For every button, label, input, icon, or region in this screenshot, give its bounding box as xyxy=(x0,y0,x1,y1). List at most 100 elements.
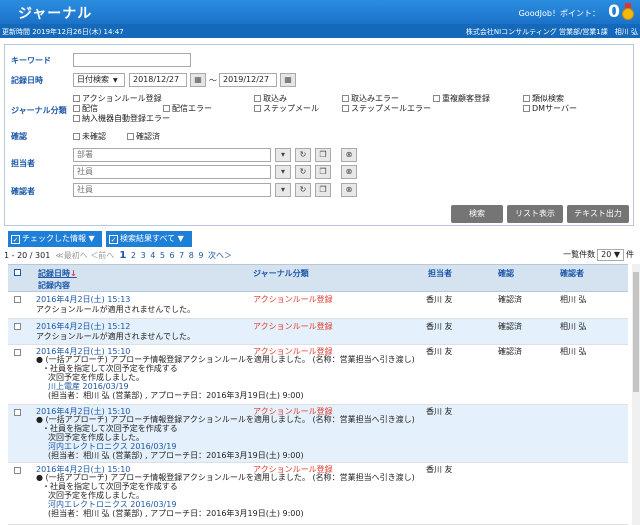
row-assignee: 香川 友 xyxy=(426,465,453,474)
first-page-link[interactable]: ≪最初へ xyxy=(55,251,87,260)
table-row: 2016年4月2日(土) 15:10 アクションルール登録 香川 友 ● (一括… xyxy=(8,463,628,525)
reset-icon[interactable]: ↻ xyxy=(295,148,311,162)
page-link[interactable]: 9 xyxy=(198,251,203,260)
search-button[interactable]: 検索 xyxy=(451,205,503,223)
search-panel: キーワード 記録日時 日付検索 ▼ 2018/12/27 ▦ ～ 2019/12/… xyxy=(4,44,634,226)
prev-page-link[interactable]: ＜前へ xyxy=(90,251,114,260)
table-row: 2016年4月2日(土) 15:10 アクションルール登録 香川 友 確認済 相… xyxy=(8,345,628,405)
category-checkbox[interactable]: ステップメール xyxy=(254,103,319,114)
user-org: 株式会社NIコンサルティング 営業部/営業1課 相川 弘 xyxy=(465,28,638,36)
confirm-header[interactable]: 確認 xyxy=(498,268,514,279)
date-from-input[interactable]: 2018/12/27 xyxy=(129,73,187,87)
row-category: アクションルール登録 xyxy=(253,295,333,304)
info-bar: 更新時間 2019年12月26日(木) 14:47 株式会社NIコンサルティング… xyxy=(0,24,640,38)
date-mode-select[interactable]: 日付検索 ▼ xyxy=(73,73,125,87)
row-confirm: 確認済 xyxy=(498,347,522,356)
category-checkbox[interactable]: 配信エラー xyxy=(163,103,212,114)
checked-info-menu[interactable]: ✓ チェックした情報 ▼ xyxy=(8,231,102,247)
page-link[interactable]: 8 xyxy=(189,251,194,260)
text-export-button[interactable]: テキスト出力 xyxy=(567,205,629,223)
row-checkbox[interactable] xyxy=(14,466,23,475)
calendar-icon[interactable]: ▦ xyxy=(280,73,296,87)
confirmer-header[interactable]: 確認者 xyxy=(560,268,584,279)
row-confirmer: 相川 弘 xyxy=(560,347,587,356)
unconfirmed-checkbox[interactable]: 未確認 xyxy=(73,131,106,142)
sort-date-header[interactable]: 記録日時↓ xyxy=(38,268,77,279)
per-page-label: 一覧件数 xyxy=(563,250,596,259)
date-to-input[interactable]: 2019/12/27 xyxy=(219,73,277,87)
per-page-select[interactable]: 20 ▼ xyxy=(597,249,624,261)
confirm-label: 確認 xyxy=(11,132,27,141)
row-checkbox[interactable] xyxy=(14,348,23,357)
update-time: 更新時間 2019年12月26日(木) 14:47 xyxy=(2,28,124,36)
all-results-menu[interactable]: ✓ 検索結果すべて ▼ xyxy=(106,231,192,247)
result-range: 1 - 20 / 301 xyxy=(4,251,51,260)
table-row: 2016年4月2日(土) 15:10 アクションルール登録 香川 友 ● (一括… xyxy=(8,405,628,463)
row-date-link[interactable]: 2016年4月2日(土) 15:12 xyxy=(36,321,130,332)
assignee-header[interactable]: 担当者 xyxy=(428,268,452,279)
dept-input[interactable]: 部署 xyxy=(73,148,271,162)
category-checkbox[interactable]: ステップメールエラー xyxy=(342,103,431,114)
page-link[interactable]: 7 xyxy=(179,251,184,260)
calendar-icon[interactable]: ▦ xyxy=(190,73,206,87)
page-link[interactable]: 2 xyxy=(131,251,136,260)
category-checkbox[interactable]: DMサーバー xyxy=(523,103,577,114)
category-header[interactable]: ジャーナル分類 xyxy=(253,268,309,279)
clear-icon[interactable]: ⊗ xyxy=(341,165,357,179)
clear-icon[interactable]: ⊗ xyxy=(341,148,357,162)
copy-icon[interactable]: ❐ xyxy=(315,148,331,162)
employee-input[interactable]: 社員 xyxy=(73,165,271,179)
check-icon: ✓ xyxy=(11,235,20,244)
copy-icon[interactable]: ❐ xyxy=(315,165,331,179)
date-tilde: ～ xyxy=(209,76,217,85)
check-icon: ✓ xyxy=(109,235,118,244)
page-link[interactable]: 3 xyxy=(141,251,146,260)
row-confirm: 確認済 xyxy=(498,295,522,304)
scrollbar-thumb[interactable] xyxy=(633,272,639,392)
confirmer-input[interactable]: 社員 xyxy=(73,183,271,197)
page-link[interactable]: 4 xyxy=(150,251,155,260)
app-header: ジャーナル GoodJob！ポイント： 0 xyxy=(0,0,640,24)
pager: 1 - 20 / 301 ≪最初へ ＜前へ 1 2 3 4 5 6 7 8 9 … xyxy=(4,250,234,261)
date-label: 記録日時 xyxy=(11,76,43,85)
next-page-link[interactable]: 次へ＞ xyxy=(208,251,232,260)
row-content: アクションルールが適用されませんでした。 xyxy=(36,332,195,341)
confirmed-checkbox[interactable]: 確認済 xyxy=(127,131,160,142)
sort-down-icon: ↓ xyxy=(70,269,77,278)
row-date-link[interactable]: 2016年4月2日(土) 15:13 xyxy=(36,294,130,305)
chevron-down-icon[interactable]: ▾ xyxy=(275,165,291,179)
chevron-down-icon[interactable]: ▾ xyxy=(275,183,291,197)
medal-icon[interactable] xyxy=(622,3,634,20)
assignee-label: 担当者 xyxy=(11,159,35,168)
copy-icon[interactable]: ❐ xyxy=(315,183,331,197)
confirmer-label: 確認者 xyxy=(11,187,35,196)
per-page-unit: 件 xyxy=(626,250,634,259)
row-category: アクションルール登録 xyxy=(253,322,333,331)
goodjob-points[interactable]: 0 xyxy=(608,2,620,22)
row-assignee: 香川 友 xyxy=(426,407,453,416)
row-assignee: 香川 友 xyxy=(426,295,453,304)
keyword-input[interactable] xyxy=(73,53,191,67)
row-checkbox[interactable] xyxy=(14,295,23,304)
row-assignee: 香川 友 xyxy=(426,322,453,331)
row-assignee: 香川 友 xyxy=(426,347,453,356)
list-view-button[interactable]: リスト表示 xyxy=(507,205,563,223)
select-all-checkbox[interactable] xyxy=(14,268,23,277)
table-row: 2016年4月2日(土) 15:13 アクションルール登録 香川 友 確認済 相… xyxy=(8,292,628,319)
reset-icon[interactable]: ↻ xyxy=(295,183,311,197)
category-checkbox[interactable]: 重複顧客登録 xyxy=(433,93,490,104)
clear-icon[interactable]: ⊗ xyxy=(341,183,357,197)
row-checkbox[interactable] xyxy=(14,408,23,417)
scrollbar[interactable] xyxy=(632,264,640,525)
row-content: (担当者：相川 弘 (営業部) , アプローチ日：2016年3月19日(土) 9… xyxy=(48,391,304,400)
category-checkbox[interactable]: 納入機器自動登録エラー xyxy=(73,113,170,124)
table-row: 2016年4月2日(土) 15:12 アクションルール登録 香川 友 確認済 相… xyxy=(8,319,628,345)
chevron-down-icon: ▼ xyxy=(113,77,118,84)
row-checkbox[interactable] xyxy=(14,322,23,331)
page-link[interactable]: 5 xyxy=(160,251,165,260)
chevron-down-icon[interactable]: ▾ xyxy=(275,148,291,162)
page-link[interactable]: 6 xyxy=(169,251,174,260)
reset-icon[interactable]: ↻ xyxy=(295,165,311,179)
goodjob-label: GoodJob！ポイント： xyxy=(518,9,600,18)
row-confirmer: 相川 弘 xyxy=(560,295,587,304)
